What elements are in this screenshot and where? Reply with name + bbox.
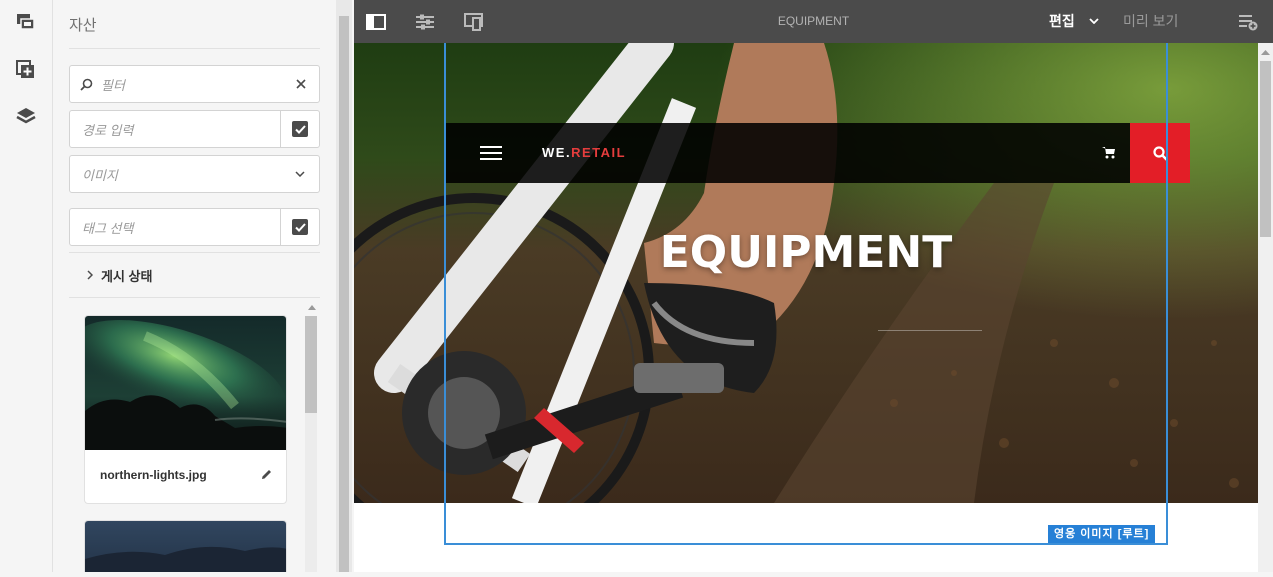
hero-image[interactable]: WE.RETAIL EQUIPMENT	[354, 43, 1258, 503]
clear-icon[interactable]	[296, 79, 319, 89]
page-info-icon[interactable]	[1236, 10, 1260, 34]
page-scrollbar[interactable]	[1258, 43, 1273, 572]
asset-card[interactable]: northern-lights.jpg	[84, 315, 287, 504]
divider	[69, 48, 320, 49]
filter-placeholder: 필터	[101, 77, 125, 93]
publish-status-label: 게시 상태	[101, 268, 153, 284]
checkmark-icon	[292, 121, 308, 137]
chevron-right-icon	[87, 270, 93, 280]
side-panel-toggle-icon[interactable]	[364, 10, 388, 34]
add-component-icon[interactable]	[14, 58, 38, 82]
site-search-button[interactable]	[1130, 123, 1190, 183]
path-browse-button[interactable]	[280, 111, 319, 147]
asset-list: northern-lights.jpg	[84, 315, 287, 572]
chevron-down-icon	[1089, 18, 1099, 24]
publish-status-toggle[interactable]: 게시 상태	[69, 252, 320, 298]
asset-thumbnail[interactable]	[85, 316, 286, 450]
asset-type-value: 이미지	[82, 167, 118, 183]
mode-label: 편집	[1049, 13, 1075, 29]
site-navbar: WE.RETAIL	[446, 123, 1190, 183]
asset-card[interactable]	[84, 520, 287, 572]
filter-input[interactable]: 필터	[69, 65, 320, 103]
path-field[interactable]: 경로 입력	[69, 110, 320, 148]
asset-type-select[interactable]: 이미지	[69, 155, 320, 193]
checkmark-icon	[292, 219, 308, 235]
hamburger-icon[interactable]	[480, 146, 502, 165]
mode-selector[interactable]: 편집	[1049, 11, 1099, 31]
search-icon	[1152, 145, 1168, 161]
chevron-down-icon	[295, 171, 319, 177]
emulator-icon[interactable]	[462, 10, 486, 34]
component-selection-label[interactable]: 영웅 이미지 [루트]	[1048, 525, 1156, 543]
side-rail	[0, 0, 53, 572]
panel-scrollbar[interactable]	[336, 0, 352, 572]
cart-icon[interactable]	[1102, 146, 1116, 164]
tag-field[interactable]: 태그 선택	[69, 208, 320, 246]
asset-finder-panel: 자산 필터 경로 입력 이미지 태그 선택 게시 상태 northern-lig…	[53, 0, 352, 572]
brand-prefix: WE.	[542, 145, 572, 160]
hero-divider	[878, 330, 982, 331]
asset-thumbnail[interactable]	[85, 521, 286, 572]
pencil-icon[interactable]	[261, 469, 272, 480]
asset-name: northern-lights.jpg	[100, 468, 207, 482]
properties-icon[interactable]	[413, 10, 437, 34]
brand-logo[interactable]: WE.RETAIL	[542, 145, 626, 160]
hero-title: EQUIPMENT	[659, 227, 953, 278]
layers-icon[interactable]	[14, 104, 38, 128]
editor-toolbar: EQUIPMENT 편집 미리 보기	[354, 0, 1273, 43]
brand-suffix: RETAIL	[571, 145, 627, 160]
preview-button[interactable]: 미리 보기	[1123, 11, 1178, 31]
panel-title: 자산	[69, 17, 97, 34]
asset-list-scrollbar[interactable]	[304, 300, 320, 572]
tag-picker-button[interactable]	[280, 209, 319, 245]
search-icon	[70, 78, 93, 91]
assets-icon[interactable]	[14, 10, 38, 34]
